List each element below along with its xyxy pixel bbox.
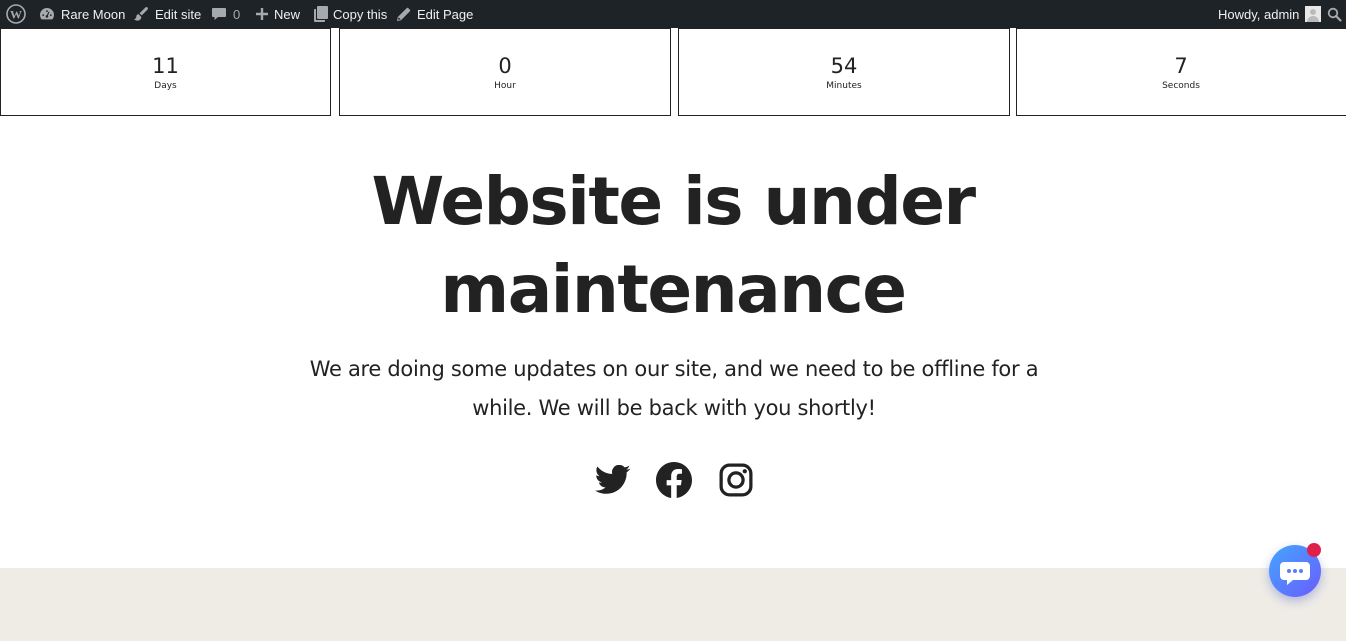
wordpress-logo-icon[interactable]: W — [6, 0, 26, 28]
description-line-1: We are doing some updates on our site, a… — [309, 357, 1039, 381]
new-content-menu[interactable]: New — [255, 0, 300, 28]
title-line-2: maintenance — [440, 251, 907, 328]
comment-icon — [212, 8, 226, 20]
facebook-icon[interactable] — [655, 461, 693, 499]
svg-text:W: W — [10, 8, 22, 22]
countdown-label: Hour — [494, 81, 516, 91]
copy-this-label: Copy this — [333, 6, 388, 22]
edit-site-link[interactable]: Edit site — [133, 0, 201, 28]
description-line-2: while. We will be back with you shortly! — [472, 396, 876, 420]
edit-site-label: Edit site — [155, 6, 202, 22]
countdown-days: 11 Days — [0, 28, 331, 116]
instagram-icon[interactable] — [717, 461, 755, 499]
countdown-minutes: 54 Minutes — [678, 28, 1010, 116]
site-name-label: Rare Moon — [61, 6, 126, 22]
countdown-value: 7 — [1174, 54, 1188, 78]
countdown-seconds: 7 Seconds — [1016, 28, 1346, 116]
comments-link[interactable]: 0 — [211, 0, 240, 28]
comments-count: 0 — [233, 6, 241, 22]
pencil-icon — [397, 7, 411, 21]
notification-badge — [1307, 543, 1321, 557]
edit-page-label: Edit Page — [417, 6, 474, 22]
countdown-value: 54 — [830, 54, 858, 78]
countdown-label: Minutes — [826, 81, 862, 91]
site-name-menu[interactable]: Rare Moon — [39, 0, 125, 28]
admin-bar: W Rare Moon Edit site 0 New Copy this Ed… — [0, 0, 1346, 28]
new-label: New — [274, 6, 301, 22]
search-icon[interactable] — [1327, 0, 1342, 28]
footer-section — [0, 568, 1346, 641]
account-menu[interactable]: Howdy, admin — [1218, 0, 1322, 28]
greeting-label: Howdy, admin — [1218, 6, 1300, 22]
title-line-1: Website is under — [371, 163, 976, 240]
twitter-icon[interactable] — [594, 461, 632, 499]
page-title: Website is under maintenance — [0, 158, 1346, 334]
countdown-label: Days — [154, 81, 177, 91]
countdown-hours: 0 Hour — [339, 28, 671, 116]
dashboard-icon — [40, 8, 54, 20]
copy-this-link[interactable]: Copy this — [314, 0, 387, 28]
countdown-label: Seconds — [1162, 81, 1200, 91]
edit-page-link[interactable]: Edit Page — [396, 0, 473, 28]
avatar — [1305, 6, 1322, 22]
copy-icon — [314, 6, 328, 22]
brush-icon — [134, 7, 148, 21]
countdown-value: 0 — [498, 54, 512, 78]
maintenance-description: We are doing some updates on our site, a… — [290, 350, 1058, 428]
countdown-value: 11 — [152, 54, 179, 78]
plus-icon — [256, 8, 268, 20]
